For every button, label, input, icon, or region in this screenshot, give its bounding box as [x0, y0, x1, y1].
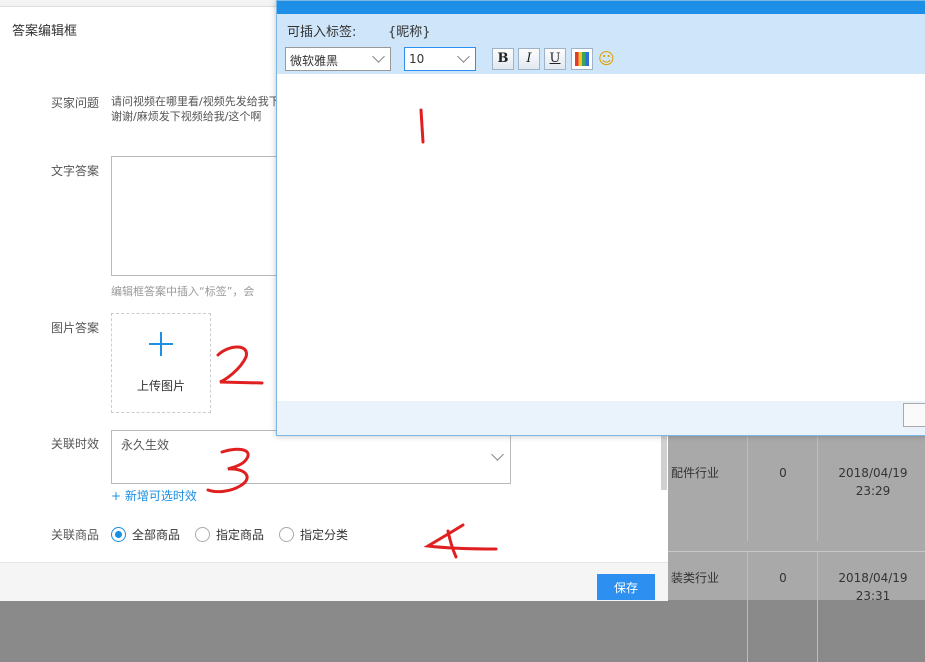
- rich-text-editor-modal: 可插入标签: {昵称} 微软雅黑 10 B I U ☺: [276, 0, 925, 436]
- table-cell-time: 23:29: [855, 484, 891, 498]
- question-text: 请问视频在哪里看/视频先发给我下谢谢/麻烦发下视频给我/这个啊: [111, 95, 280, 123]
- radio-label: 指定商品: [216, 528, 265, 542]
- emoji-icon[interactable]: ☺: [598, 49, 615, 68]
- question-label: 买家问题: [51, 96, 100, 110]
- table-cell-date: 2018/04/19: [838, 466, 908, 480]
- radio-specific-category[interactable]: 指定分类: [279, 526, 348, 543]
- text-answer-textarea[interactable]: [111, 156, 283, 276]
- font-color-button[interactable]: [571, 48, 593, 70]
- radio-checked-icon: [111, 527, 126, 542]
- background-table: 配件行业 0 2018/04/19 23:29 装类行业 0 2018/04/1…: [665, 430, 925, 662]
- scrollbar[interactable]: [661, 430, 667, 490]
- editor-toolbar: 可插入标签: {昵称} 微软雅黑 10 B I U ☺: [277, 14, 925, 74]
- table-cell-industry: 配件行业: [670, 466, 719, 480]
- table-cell-count: 0: [779, 571, 787, 585]
- table-cell-count: 0: [779, 466, 787, 480]
- save-button[interactable]: 保存: [597, 574, 655, 600]
- bold-button[interactable]: B: [492, 48, 514, 70]
- chevron-down-icon: [457, 50, 470, 63]
- time-label: 关联时效: [51, 437, 100, 451]
- add-time-link-label: 新增可选时效: [124, 489, 197, 503]
- nickname-tag[interactable]: {昵称}: [388, 21, 431, 40]
- panel-title: 答案编辑框: [12, 24, 78, 39]
- textarea-hint: 编辑框答案中插入“标签”，会: [111, 285, 255, 298]
- table-cell-divider: [817, 552, 818, 662]
- table-cell-divider: [747, 431, 748, 541]
- panel-footer: [0, 562, 668, 601]
- image-answer-label: 图片答案: [51, 321, 100, 335]
- product-label: 关联商品: [51, 528, 100, 542]
- upload-image-label: 上传图片: [136, 379, 185, 393]
- radio-all-products[interactable]: 全部商品: [111, 526, 180, 543]
- font-family-value: 微软雅黑: [290, 54, 339, 68]
- insertable-tags-label: 可插入标签:: [287, 25, 357, 40]
- editor-content-area[interactable]: [277, 75, 925, 401]
- radio-unchecked-icon: [195, 527, 210, 542]
- radio-label: 指定分类: [300, 528, 349, 542]
- font-size-value: 10: [409, 52, 425, 66]
- table-cell-divider: [747, 552, 748, 662]
- plus-icon: [149, 332, 173, 356]
- upload-image-button[interactable]: 上传图片: [111, 313, 211, 413]
- table-row: 装类行业 0 2018/04/19 23:31: [665, 551, 925, 662]
- time-select-value: 永久生效: [121, 438, 170, 452]
- plus-icon: +: [111, 489, 122, 503]
- table-cell-time: 23:31: [855, 589, 891, 603]
- time-select[interactable]: 永久生效: [111, 430, 511, 484]
- chevron-down-icon: [491, 448, 504, 461]
- font-size-select[interactable]: 10: [404, 47, 476, 71]
- table-cell-date: 2018/04/19: [838, 571, 908, 585]
- table-cell-divider: [817, 431, 818, 541]
- modal-header: [277, 1, 925, 14]
- underline-button[interactable]: U: [544, 48, 566, 70]
- add-time-link[interactable]: + 新增可选时效: [111, 487, 197, 504]
- radio-label: 全部商品: [132, 528, 181, 542]
- modal-footer-button[interactable]: [903, 403, 925, 427]
- font-family-select[interactable]: 微软雅黑: [285, 47, 391, 71]
- chevron-down-icon: [372, 50, 385, 63]
- radio-specific-products[interactable]: 指定商品: [195, 526, 264, 543]
- table-cell-industry: 装类行业: [670, 571, 719, 585]
- radio-unchecked-icon: [279, 527, 294, 542]
- table-row: 配件行业 0 2018/04/19 23:29: [665, 430, 925, 541]
- color-palette-icon: [575, 52, 589, 66]
- modal-footer: [277, 401, 925, 435]
- top-tab-strip: [0, 0, 300, 7]
- text-answer-label: 文字答案: [51, 164, 100, 178]
- italic-button[interactable]: I: [518, 48, 540, 70]
